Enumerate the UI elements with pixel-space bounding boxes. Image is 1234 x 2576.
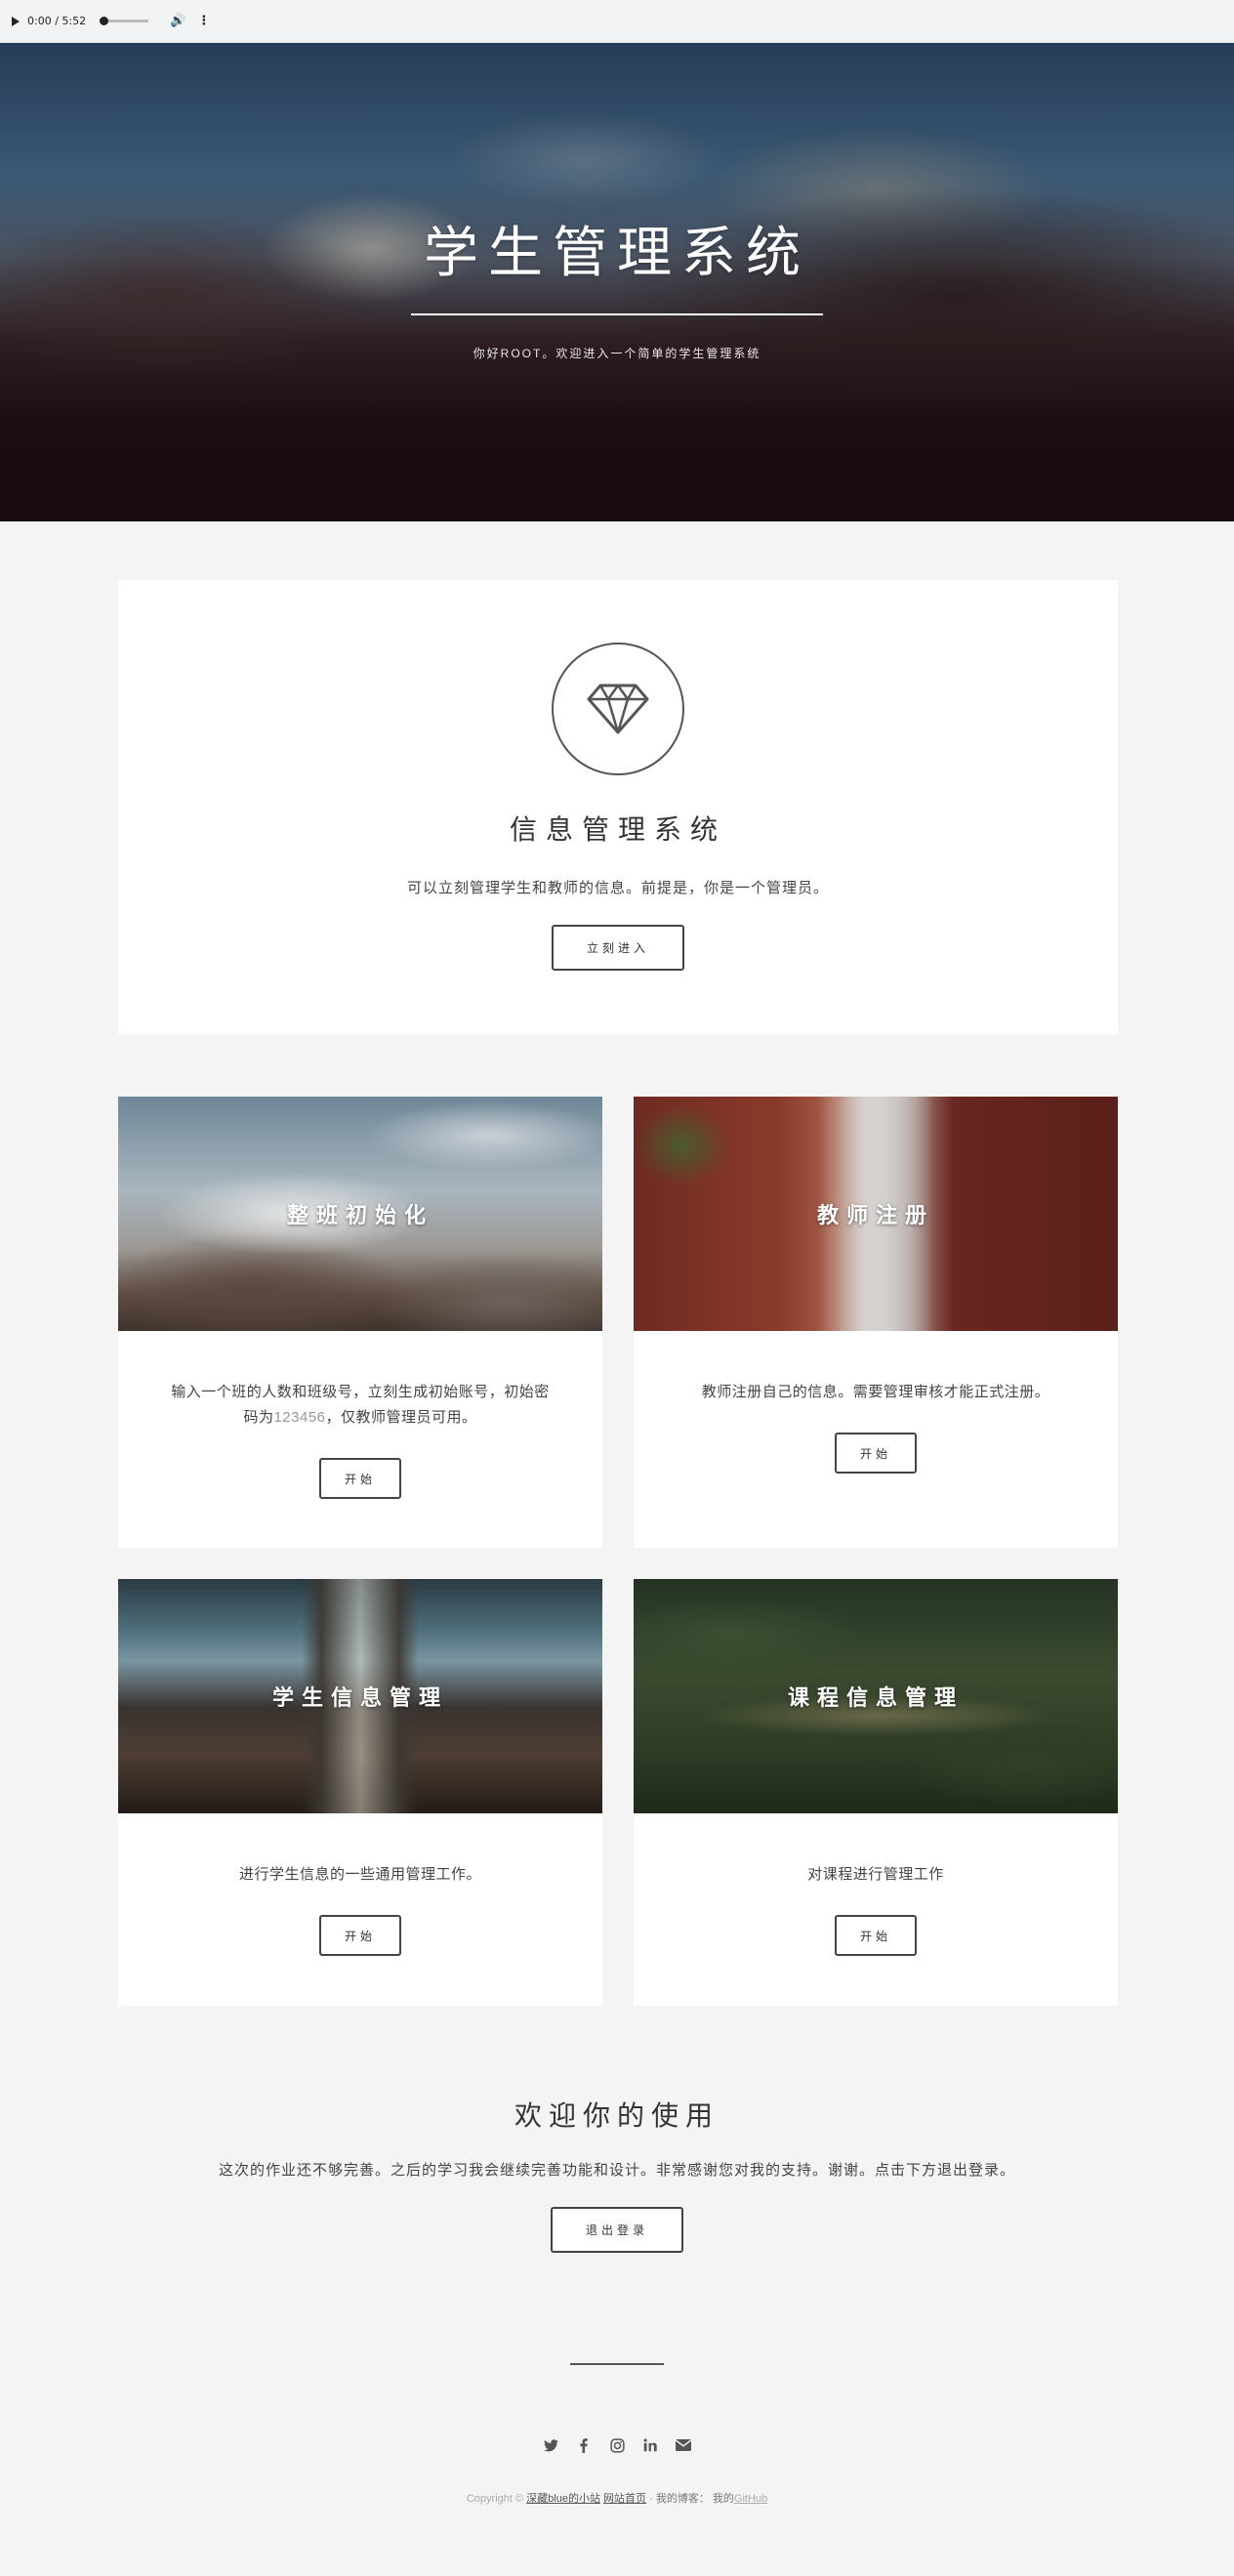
card-start-button[interactable]: 开始 bbox=[835, 1433, 917, 1474]
feature-card-course-info: 课程信息管理 对课程进行管理工作 开始 bbox=[634, 1579, 1118, 2006]
card-start-button[interactable]: 开始 bbox=[319, 1458, 401, 1499]
logout-button[interactable]: 退出登录 bbox=[551, 2207, 683, 2253]
copyright-prefix: Copyright © bbox=[466, 2493, 524, 2505]
intro-card: 信息管理系统 可以立刻管理学生和教师的信息。前提是，你是一个管理员。 立刻进入 bbox=[118, 580, 1118, 1034]
enter-now-button[interactable]: 立刻进入 bbox=[552, 925, 684, 971]
card-title: 教师注册 bbox=[816, 1203, 934, 1227]
footer: Copyright © 深藏blue的小站 网站首页 · 我的博客： 我的Git… bbox=[0, 2363, 1234, 2506]
footer-divider bbox=[570, 2363, 664, 2365]
feature-card-teacher-register: 教师注册 教师注册自己的信息。需要管理审核才能正式注册。 开始 bbox=[634, 1097, 1118, 1548]
seek-knob[interactable] bbox=[100, 17, 109, 25]
card-start-button[interactable]: 开始 bbox=[835, 1915, 917, 1956]
hero-title: 学生管理系统 bbox=[424, 222, 810, 285]
twitter-icon[interactable] bbox=[543, 2437, 558, 2453]
card-start-button[interactable]: 开始 bbox=[319, 1915, 401, 1956]
welcome-title: 欢迎你的使用 bbox=[514, 2100, 720, 2131]
card-description: 对课程进行管理工作 bbox=[807, 1866, 944, 1883]
email-icon[interactable] bbox=[676, 2437, 691, 2453]
feature-card-class-init: 整班初始化 输入一个班的人数和班级号，立刻生成初始账号，初始密码为123456，… bbox=[118, 1097, 602, 1548]
feature-card-student-info: 学生信息管理 进行学生信息的一些通用管理工作。 开始 bbox=[118, 1579, 602, 2006]
linkedin-icon[interactable] bbox=[642, 2437, 658, 2453]
facebook-icon[interactable] bbox=[576, 2437, 592, 2453]
hero-subtitle: 你好ROOT。欢迎进入一个简单的学生管理系统 bbox=[473, 347, 761, 360]
audio-seek-slider[interactable] bbox=[100, 17, 149, 25]
audio-time: 0:00 / 5:52 bbox=[27, 15, 87, 27]
intro-title: 信息管理系统 bbox=[509, 814, 726, 845]
instagram-icon[interactable] bbox=[609, 2437, 625, 2453]
github-link[interactable]: GitHub bbox=[734, 2493, 767, 2505]
card-description: 输入一个班的人数和班级号，立刻生成初始账号，初始密码为123456，仅教师管理员… bbox=[171, 1384, 550, 1426]
welcome-description: 这次的作业还不够完善。之后的学习我会继续完善功能和设计。非常感谢您对我的支持。谢… bbox=[218, 2162, 1015, 2179]
home-link[interactable]: 网站首页 bbox=[603, 2493, 646, 2505]
intro-description: 可以立刻管理学生和教师的信息。前提是，你是一个管理员。 bbox=[406, 880, 829, 896]
github-prefix: 我的 bbox=[712, 2493, 734, 2505]
card-title: 学生信息管理 bbox=[271, 1685, 448, 1710]
diamond-icon bbox=[587, 684, 649, 734]
blog-label: · 我的博客： bbox=[649, 2493, 710, 2505]
card-description: 进行学生信息的一些通用管理工作。 bbox=[238, 1866, 481, 1883]
copyright: Copyright © 深藏blue的小站 网站首页 · 我的博客： 我的Git… bbox=[467, 2490, 767, 2506]
escalator-image: 学生信息管理 bbox=[118, 1579, 602, 1813]
terrain-image: 课程信息管理 bbox=[634, 1579, 1118, 1813]
alley-image: 教师注册 bbox=[634, 1097, 1118, 1331]
audio-player: 0:00 / 5:52 🔊 ⋮ bbox=[0, 0, 1234, 43]
card-description: 教师注册自己的信息。需要管理审核才能正式注册。 bbox=[701, 1384, 1050, 1400]
mountain-image: 整班初始化 bbox=[118, 1097, 602, 1331]
volume-icon[interactable]: 🔊 bbox=[170, 14, 185, 28]
hero-banner: 学生管理系统 你好ROOT。欢迎进入一个简单的学生管理系统 bbox=[0, 43, 1234, 521]
play-icon[interactable] bbox=[12, 16, 20, 26]
social-links bbox=[543, 2437, 691, 2453]
card-title: 整班初始化 bbox=[286, 1203, 433, 1227]
card-title: 课程信息管理 bbox=[787, 1685, 964, 1710]
site-name-link[interactable]: 深藏blue的小站 bbox=[526, 2493, 600, 2505]
welcome-section: 欢迎你的使用 这次的作业还不够完善。之后的学习我会继续完善功能和设计。非常感谢您… bbox=[0, 2095, 1234, 2253]
more-options-icon[interactable]: ⋮ bbox=[197, 14, 210, 28]
hero-divider bbox=[411, 313, 823, 315]
diamond-icon-circle bbox=[552, 643, 684, 775]
